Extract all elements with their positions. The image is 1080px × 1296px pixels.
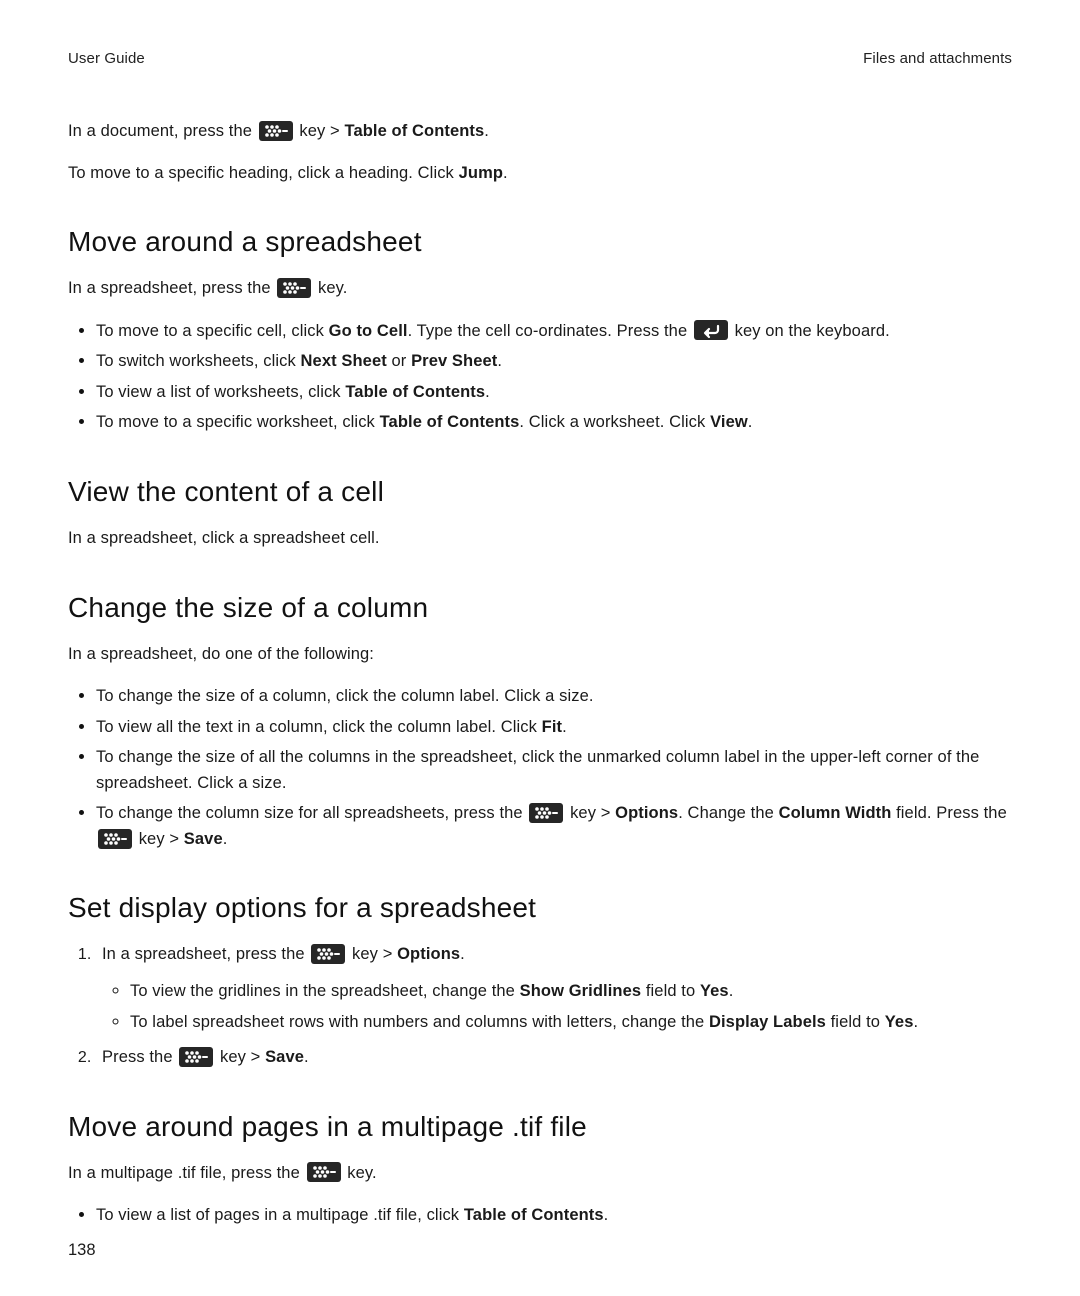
header-left: User Guide: [68, 50, 145, 67]
column-list: To change the size of a column, click th…: [68, 683, 1012, 852]
page-number: 138: [68, 1241, 96, 1260]
heading-tif: Move around pages in a multipage .tif fi…: [68, 1111, 1012, 1143]
menu-key-icon: [307, 1162, 341, 1182]
display-steps: In a spreadsheet, press the key > Option…: [68, 942, 1012, 1070]
heading-move-spreadsheet: Move around a spreadsheet: [68, 226, 1012, 258]
view-cell-text: In a spreadsheet, click a spreadsheet ce…: [68, 526, 1012, 552]
enter-key-icon: [694, 320, 728, 340]
menu-key-icon: [98, 829, 132, 849]
heading-view-cell: View the content of a cell: [68, 476, 1012, 508]
list-item: To view the gridlines in the spreadsheet…: [130, 978, 1012, 1005]
heading-display-options: Set display options for a spreadsheet: [68, 892, 1012, 924]
menu-key-icon: [277, 278, 311, 298]
display-sublist: To view the gridlines in the spreadsheet…: [102, 978, 1012, 1035]
menu-key-icon: [529, 803, 563, 823]
list-item: To view a list of pages in a multipage .…: [96, 1202, 1012, 1229]
header-right: Files and attachments: [863, 50, 1012, 67]
intro-line-2: To move to a specific heading, click a h…: [68, 161, 1012, 187]
list-item: To view a list of worksheets, click Tabl…: [96, 379, 1012, 406]
heading-change-column: Change the size of a column: [68, 592, 1012, 624]
menu-key-icon: [311, 944, 345, 964]
tif-intro: In a multipage .tif file, press the key.: [68, 1161, 1012, 1187]
menu-key-icon: [179, 1047, 213, 1067]
list-item: To change the size of all the columns in…: [96, 744, 1012, 796]
list-item: To move to a specific worksheet, click T…: [96, 409, 1012, 436]
list-item: Press the key > Save.: [96, 1045, 1012, 1071]
column-intro: In a spreadsheet, do one of the followin…: [68, 642, 1012, 668]
list-item: To label spreadsheet rows with numbers a…: [130, 1009, 1012, 1036]
list-item: To move to a specific cell, click Go to …: [96, 318, 1012, 345]
list-item: To switch worksheets, click Next Sheet o…: [96, 348, 1012, 375]
list-item: In a spreadsheet, press the key > Option…: [96, 942, 1012, 1035]
intro-line-1: In a document, press the key > Table of …: [68, 119, 1012, 145]
list-item: To change the column size for all spread…: [96, 800, 1012, 852]
list-item: To view all the text in a column, click …: [96, 714, 1012, 741]
list-item: To change the size of a column, click th…: [96, 683, 1012, 710]
menu-key-icon: [259, 121, 293, 141]
spreadsheet-intro: In a spreadsheet, press the key.: [68, 276, 1012, 302]
tif-list: To view a list of pages in a multipage .…: [68, 1202, 1012, 1229]
spreadsheet-list: To move to a specific cell, click Go to …: [68, 318, 1012, 436]
